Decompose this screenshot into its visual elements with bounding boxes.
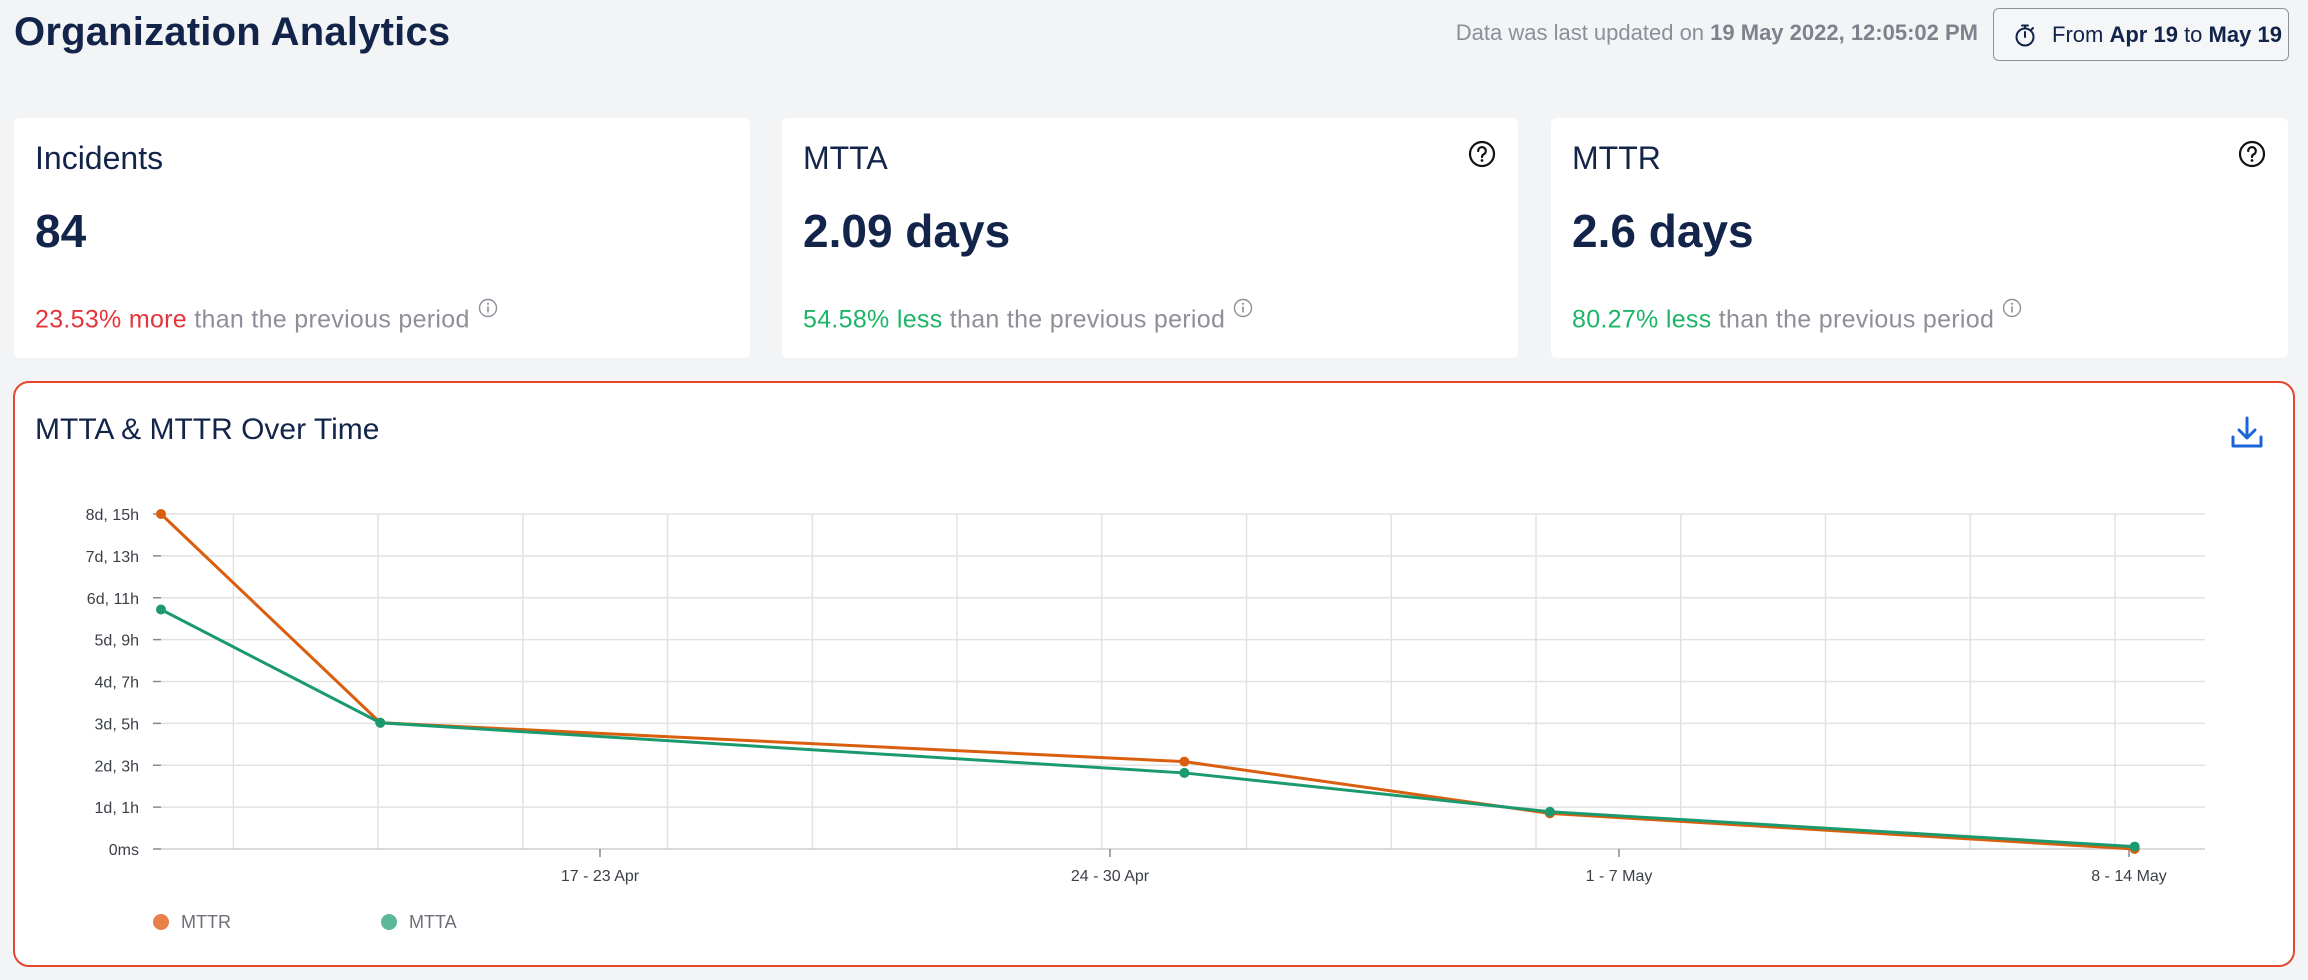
legend-label-mttr: MTTR (181, 912, 231, 932)
y-tick-label: 7d, 13h (86, 549, 139, 566)
line-chart: 0ms 1d, 1h 2d, 3h 3d, 5h 4d, 7h 5d, 9h 6d, 11h… (86, 507, 2205, 932)
incidents-card: Incidents 84 23.53% more than the previo… (14, 118, 750, 358)
data-point-mtta (1179, 767, 1190, 778)
question-circle-icon[interactable] (1468, 140, 1496, 168)
range-from-label: From (2052, 21, 2104, 47)
legend-marker-mttr (153, 914, 169, 930)
range-to-value: May 19 (2208, 21, 2282, 47)
question-circle-icon[interactable] (2238, 140, 2266, 168)
stopwatch-icon (2015, 24, 2035, 46)
info-circle-icon[interactable] (2002, 298, 2022, 318)
card-value: 84 (35, 205, 87, 257)
delta-suffix: than the previous period (1711, 305, 1995, 334)
delta-suffix: than the previous period (942, 305, 1226, 334)
delta-percent: 80.27% less (1572, 305, 1712, 334)
card-label: Incidents (35, 140, 164, 176)
page-title: Organization Analytics (14, 10, 451, 54)
last-updated-text: Data was last updated on 19 May 2022, 12… (1455, 20, 1978, 45)
y-tick-label: 2d, 3h (95, 758, 139, 775)
y-tick-label: 8d, 15h (86, 507, 139, 524)
delta-suffix: than the previous period (187, 305, 470, 334)
x-tick-label: 1 - 7 May (1586, 868, 1653, 885)
x-tick-label: 8 - 14 May (2091, 868, 2167, 885)
y-tick-label: 4d, 7h (95, 675, 139, 692)
info-circle-icon[interactable] (1233, 298, 1253, 318)
range-to-label: to (2184, 21, 2203, 47)
x-tick-label: 24 - 30 Apr (1071, 868, 1150, 885)
card-delta: 80.27% less than the previous period (1572, 298, 2022, 334)
y-tick-label: 1d, 1h (95, 800, 139, 817)
mttr-card: MTTR 2.6 days 80.27% less than the previ… (1551, 118, 2288, 358)
y-tick-label: 0ms (109, 842, 139, 859)
date-range-button[interactable]: From Apr 19 to May 19 (1993, 8, 2289, 61)
card-label: MTTR (1572, 140, 1661, 176)
series-line-mtta (160, 608, 2135, 849)
mtta-card: MTTA 2.09 days 54.58% less than the prev… (782, 118, 1518, 358)
card-delta: 23.53% more than the previous period (35, 298, 498, 334)
y-tick-label: 5d, 9h (95, 633, 139, 650)
delta-percent: 23.53% more (35, 305, 187, 334)
chart-panel: MTTA & MTTR Over Time 0ms 1d, 1h 2d, 3h 3d,… (13, 381, 2295, 967)
data-point-mtta (375, 717, 386, 728)
y-tick-label: 3d, 5h (95, 716, 139, 733)
card-label: MTTA (803, 140, 888, 176)
card-value: 2.09 days (803, 205, 1011, 257)
last-updated-value: 19 May 2022, 12:05:02 PM (1710, 20, 1978, 45)
data-point-mtta (156, 604, 166, 615)
data-point-mtta (2129, 841, 2140, 852)
range-from-value: Apr 19 (2109, 21, 2178, 47)
legend-marker-mtta (381, 914, 397, 930)
data-point-mttr (156, 509, 166, 519)
y-tick-label: 6d, 11h (87, 591, 139, 608)
card-value: 2.6 days (1572, 205, 1754, 257)
data-point-mtta (1544, 806, 1555, 817)
card-delta: 54.58% less than the previous period (803, 298, 1253, 334)
delta-percent: 54.58% less (803, 305, 943, 334)
data-point-mttr (1179, 756, 1190, 767)
legend-label-mtta: MTTA (409, 912, 457, 932)
x-tick-label: 17 - 23 Apr (561, 868, 640, 885)
info-circle-icon[interactable] (478, 298, 498, 318)
